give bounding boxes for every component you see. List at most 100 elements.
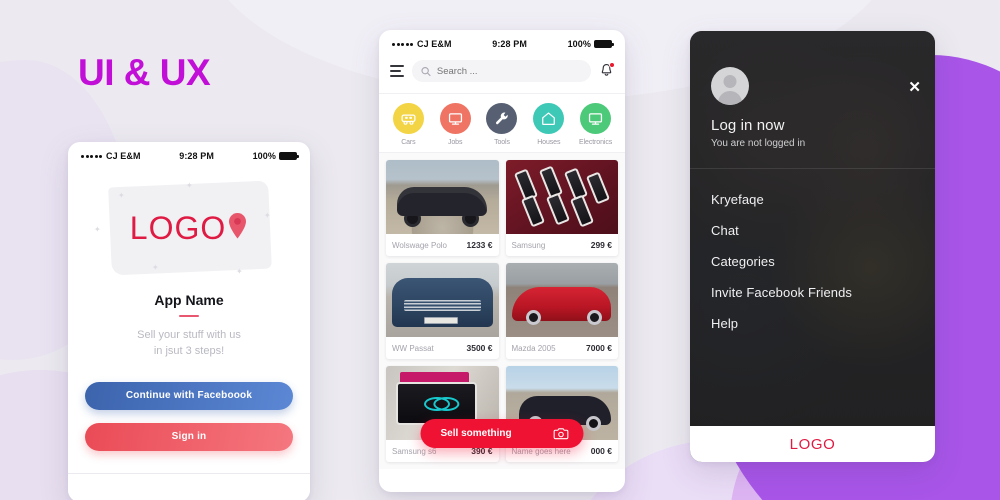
- product-image: [386, 160, 499, 234]
- drawer-menu: Kryefaqe Chat Categories Invite Facebook…: [690, 184, 935, 339]
- product-title: WW Passat: [392, 343, 434, 353]
- close-icon[interactable]: ✕: [908, 80, 921, 95]
- sparkle-icon: ✦: [186, 181, 193, 190]
- sparkle-icon: ✦: [94, 225, 101, 234]
- sell-something-button[interactable]: Sell something: [420, 419, 584, 448]
- sparkle-icon: ✦: [152, 263, 159, 272]
- product-card[interactable]: Samsung 299 €: [505, 160, 619, 256]
- category-item-houses[interactable]: Houses: [528, 103, 570, 146]
- drawer-menu-item-categories[interactable]: Categories: [690, 246, 935, 277]
- logo-text: LOGO: [129, 209, 227, 246]
- product-image: [505, 160, 618, 234]
- photo-blue-vw-passat-front: [386, 263, 499, 337]
- signal-dots-icon: [81, 154, 102, 158]
- photo-red-mazda-coupe: [505, 263, 618, 337]
- battery-percent-label: 100%: [567, 39, 591, 49]
- status-bar-right: 100%: [252, 151, 299, 161]
- splash-footer-divider: [68, 472, 310, 500]
- wrench-icon: [496, 112, 509, 125]
- avatar[interactable]: [711, 67, 749, 105]
- continue-with-facebook-button[interactable]: Continue with Faceboook: [85, 381, 293, 410]
- phone-mockup-splash: CJ E&M 9:28 PM 100% ✦ ✦ ✦ ✦ ✦ ✦ LOGO App…: [68, 142, 310, 500]
- monitor-icon: [588, 113, 603, 125]
- category-item-cars[interactable]: Cars: [387, 103, 429, 146]
- search-icon: [421, 66, 431, 76]
- product-image: [386, 263, 499, 337]
- battery-percent-label: 100%: [252, 151, 276, 161]
- photo-samsung-phones-on-red: [505, 160, 618, 234]
- splash-logo-area: ✦ ✦ ✦ ✦ ✦ ✦ LOGO: [68, 168, 310, 288]
- category-item-tools[interactable]: Tools: [481, 103, 523, 146]
- product-card[interactable]: Wolswage Polo 1233 €: [386, 160, 499, 256]
- battery-icon: [279, 152, 299, 160]
- sparkle-icon: ✦: [264, 211, 271, 220]
- category-label: Tools: [494, 139, 510, 146]
- product-card[interactable]: WW Passat 3500 €: [386, 263, 499, 359]
- product-meta: WW Passat 3500 €: [386, 337, 499, 359]
- clock-label: 9:28 PM: [179, 151, 214, 161]
- product-card[interactable]: Mazda 2005 7000 €: [505, 263, 619, 359]
- monitor-icon: [448, 113, 462, 125]
- sell-button-label: Sell something: [440, 428, 512, 439]
- sparkle-icon: ✦: [118, 191, 125, 200]
- product-price: 3500 €: [466, 343, 493, 353]
- hamburger-icon[interactable]: [390, 65, 404, 77]
- category-circle: [580, 103, 612, 134]
- drawer-menu-item-kryefaqe[interactable]: Kryefaqe: [690, 184, 935, 215]
- drawer-divider: [690, 168, 935, 169]
- splash-tagline: Sell your stuff with us in jsut 3 steps!: [68, 328, 310, 360]
- category-row: Cars Jobs Tools Houses Electronics: [379, 94, 625, 153]
- app-name-heading: App Name: [154, 292, 224, 308]
- page-title: UI & UX: [78, 52, 211, 93]
- product-price: 7000 €: [586, 343, 612, 353]
- search-bar: [379, 56, 625, 94]
- product-title: Wolswage Polo: [392, 240, 447, 250]
- phone-mockup-feed: CJ E&M 9:28 PM 100% Search ... Cars Jobs…: [379, 30, 625, 492]
- login-subtitle: You are not logged in: [711, 138, 806, 149]
- signal-dots-icon: [392, 42, 413, 46]
- logo-text[interactable]: LOGO: [790, 436, 836, 453]
- tagline-line-2: in jsut 3 steps!: [153, 344, 225, 357]
- notification-bell[interactable]: [599, 62, 615, 79]
- category-label: Houses: [537, 139, 561, 146]
- carrier-label: CJ E&M: [106, 151, 141, 161]
- photo-dark-hatchback-car: [386, 160, 499, 234]
- product-price: 000 €: [590, 446, 612, 456]
- title-underline: [179, 315, 199, 317]
- product-meta: Samsung 299 €: [506, 234, 619, 256]
- sparkle-icon: ✦: [236, 267, 243, 276]
- status-bar-left: CJ E&M: [81, 151, 141, 161]
- splash-logo: LOGO: [130, 210, 248, 247]
- sign-in-button[interactable]: Sign in: [85, 422, 293, 451]
- drawer-menu-item-help[interactable]: Help: [690, 308, 935, 339]
- carrier-label: CJ E&M: [417, 39, 452, 49]
- camera-icon: [553, 428, 569, 440]
- product-meta: Mazda 2005 7000 €: [506, 337, 619, 359]
- product-title: Mazda 2005: [511, 343, 556, 353]
- status-bar-left: CJ E&M: [392, 39, 452, 49]
- category-label: Electronics: [579, 139, 613, 146]
- login-title[interactable]: Log in now: [711, 117, 935, 134]
- drawer-menu-item-invite-facebook-friends[interactable]: Invite Facebook Friends: [690, 277, 935, 308]
- drawer-footer-bar: LOGO: [690, 426, 935, 462]
- category-circle: [533, 103, 565, 134]
- map-pin-icon: [227, 212, 248, 240]
- product-title: Samsung s6: [392, 446, 437, 456]
- product-price: 299 €: [590, 240, 612, 250]
- search-input[interactable]: [436, 65, 582, 77]
- product-title: Samsung: [511, 240, 546, 250]
- status-bar: CJ E&M 9:28 PM 100%: [379, 30, 625, 56]
- notification-badge: [609, 62, 615, 68]
- category-circle: [392, 103, 424, 134]
- category-item-jobs[interactable]: Jobs: [434, 103, 476, 146]
- clock-label: 9:28 PM: [492, 39, 527, 49]
- drawer-content: ✕ Log in now You are not logged in Kryef…: [690, 67, 935, 339]
- poster-canvas: UI & UX CJ E&M 9:28 PM 100% ✦ ✦ ✦ ✦ ✦ ✦ …: [0, 0, 1000, 500]
- category-circle: [486, 103, 518, 134]
- category-item-electronics[interactable]: Electronics: [575, 103, 617, 146]
- status-bar-right: 100%: [567, 39, 614, 49]
- drawer-menu-item-chat[interactable]: Chat: [690, 215, 935, 246]
- product-image: [505, 263, 618, 337]
- phone-mockup-drawer: ✕ Log in now You are not logged in Kryef…: [690, 31, 935, 462]
- search-field[interactable]: [412, 60, 591, 82]
